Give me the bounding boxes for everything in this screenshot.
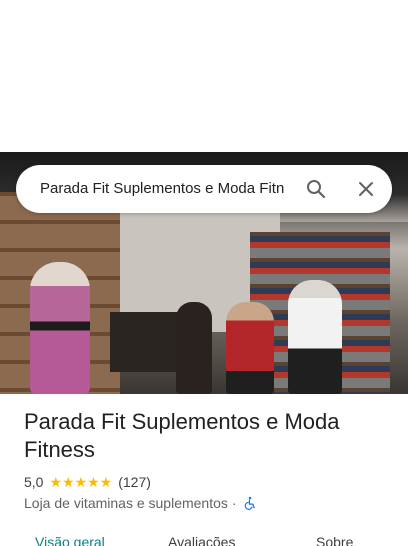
place-tabs: Visão geral Avaliações Sobre	[0, 528, 408, 546]
photo-person-red	[226, 302, 274, 394]
search-input[interactable]: Parada Fit Suplementos e Moda Fitn	[40, 165, 302, 213]
review-count[interactable]: (127)	[118, 474, 151, 490]
rating-row[interactable]: 5,0 ★★★★★ (127)	[24, 472, 151, 492]
place-title: Parada Fit Suplementos e Moda Fitness	[24, 409, 340, 462]
photo-mannequin-white	[288, 280, 342, 394]
star-rating-icon: ★★★★★	[49, 473, 113, 490]
photo-mannequin-pink	[30, 262, 90, 394]
tab-overview[interactable]: Visão geral	[35, 534, 105, 546]
separator-dot: ·	[231, 495, 237, 511]
photo-person-black	[176, 302, 212, 394]
search-icon[interactable]	[304, 177, 328, 201]
place-category: Loja de vitaminas e suplementos	[24, 495, 228, 511]
close-icon[interactable]	[354, 177, 378, 201]
wheelchair-icon[interactable]	[243, 496, 257, 510]
search-bar[interactable]: Parada Fit Suplementos e Moda Fitn	[16, 165, 392, 213]
rating-value: 5,0	[24, 474, 44, 490]
tab-reviews[interactable]: Avaliações	[168, 534, 235, 546]
tab-about[interactable]: Sobre	[316, 534, 353, 546]
place-details-page: Parada Fit Suplementos e Moda Fitn Parad…	[0, 0, 408, 546]
category-row: Loja de vitaminas e suplementos ·	[24, 493, 257, 513]
